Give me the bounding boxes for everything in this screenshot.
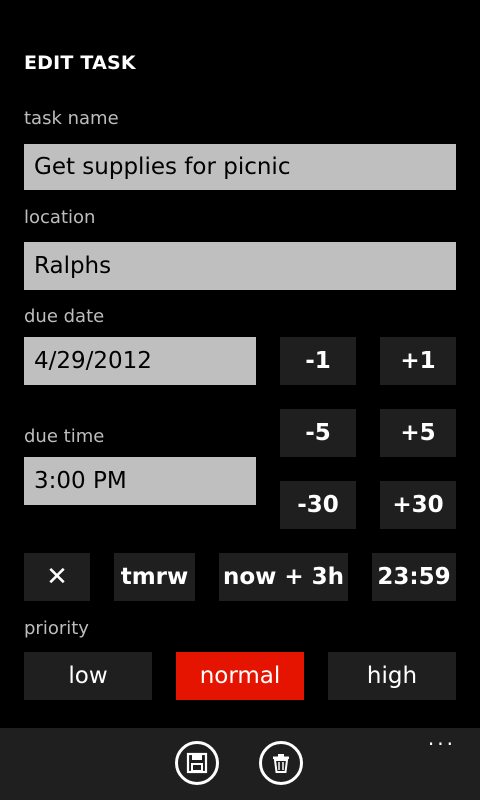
location-field[interactable]: Ralphs <box>24 242 456 290</box>
date-minus-1-button[interactable]: -1 <box>280 337 356 385</box>
more-options-button[interactable]: ... <box>428 728 456 748</box>
due-date-label: due date <box>24 306 105 327</box>
now-plus-3h-button[interactable]: now + 3h <box>219 553 348 601</box>
date-plus-1-button[interactable]: +1 <box>380 337 456 385</box>
due-date-field[interactable]: 4/29/2012 <box>24 337 256 385</box>
priority-high-button[interactable]: high <box>328 652 456 700</box>
save-icon <box>186 752 208 774</box>
app-bar <box>0 728 480 800</box>
time-plus-5-button[interactable]: +5 <box>380 409 456 457</box>
due-time-label: due time <box>24 426 105 447</box>
clear-due-button[interactable]: ✕ <box>24 553 90 601</box>
time-minus-30-button[interactable]: -30 <box>280 481 356 529</box>
priority-low-button[interactable]: low <box>24 652 152 700</box>
page-title: EDIT TASK <box>24 52 136 74</box>
location-label: location <box>24 207 96 228</box>
delete-icon <box>273 754 289 773</box>
task-name-field[interactable]: Get supplies for picnic <box>24 144 456 190</box>
delete-button[interactable] <box>259 741 303 785</box>
time-plus-30-button[interactable]: +30 <box>380 481 456 529</box>
time-minus-5-button[interactable]: -5 <box>280 409 356 457</box>
priority-label: priority <box>24 618 89 639</box>
tomorrow-button[interactable]: tmrw <box>114 553 195 601</box>
due-time-field[interactable]: 3:00 PM <box>24 457 256 505</box>
end-of-day-button[interactable]: 23:59 <box>372 553 456 601</box>
priority-normal-button[interactable]: normal <box>176 652 304 700</box>
save-button[interactable] <box>175 741 219 785</box>
task-name-label: task name <box>24 108 119 129</box>
